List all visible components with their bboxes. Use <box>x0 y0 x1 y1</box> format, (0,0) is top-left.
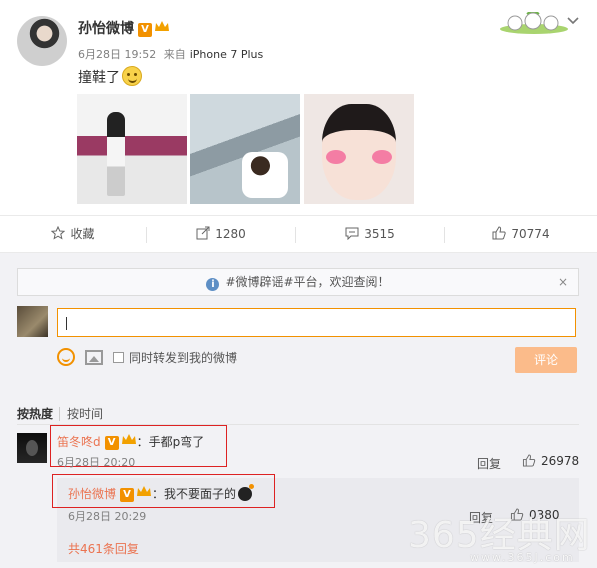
tab-sort-time[interactable]: 按时间 <box>59 407 104 421</box>
comment-button[interactable]: 3515 <box>296 216 444 253</box>
post-photo-3[interactable] <box>304 94 414 204</box>
image-upload-icon[interactable] <box>85 349 103 365</box>
my-avatar <box>17 306 48 337</box>
rumor-notice-banner[interactable]: i #微博辟谣#平台，欢迎查阅！ × <box>17 268 579 296</box>
emoji-picker-icon[interactable] <box>57 348 75 366</box>
post-date[interactable]: 6月28日 19:52 <box>78 48 156 61</box>
post-photo-2[interactable] <box>190 94 300 204</box>
forward-checkbox[interactable] <box>113 351 124 363</box>
thumbs-up-icon <box>522 454 536 467</box>
composer-tools: 同时转发到我的微博 <box>57 347 237 367</box>
vip-crown-icon <box>136 484 152 498</box>
post-text: 撞鞋了 <box>78 66 142 87</box>
reply-text: 孙怡微博 V ：我不要面子的 <box>68 484 255 502</box>
tab-sort-hot[interactable]: 按热度 <box>17 407 53 421</box>
post-photo-1[interactable] <box>77 94 187 204</box>
site-watermark-url: www.365J.com <box>470 551 575 564</box>
commenter-avatar[interactable] <box>17 433 47 463</box>
favorite-label: 收藏 <box>70 227 95 241</box>
post-meta: 6月28日 19:52 来自 iPhone 7 Plus <box>78 46 267 62</box>
author-avatar[interactable] <box>17 16 67 66</box>
weibo-post: 孙怡微博 V 6月28日 19:52 来自 iPhone 7 Plus 撞鞋了 <box>0 0 597 212</box>
comment-icon <box>345 218 359 241</box>
comment-input[interactable] <box>57 308 576 337</box>
comment-sort-tabs: 按热度 按时间 <box>17 405 104 422</box>
verified-badge-icon: V <box>138 23 152 37</box>
verified-badge-icon: V <box>120 488 135 502</box>
comment-time: 6月28日 20:20 <box>57 456 136 469</box>
close-icon[interactable]: × <box>558 269 568 295</box>
like-button[interactable]: 70774 <box>445 216 597 253</box>
info-icon: i <box>206 278 220 291</box>
reply-time: 6月28日 20:29 <box>68 510 147 523</box>
smile-emoji-icon <box>122 66 142 86</box>
photo-figure <box>242 152 288 198</box>
comment-like-count: 26978 <box>541 454 580 468</box>
share-icon <box>196 218 210 240</box>
photo-blush <box>326 150 346 164</box>
submit-comment-button[interactable]: 评论 <box>515 347 577 373</box>
photo-blush <box>372 150 392 164</box>
author-name[interactable]: 孙怡微博 <box>78 21 134 37</box>
reply-body: ：我不要面子的 <box>152 487 237 501</box>
vip-crown-icon <box>154 19 170 33</box>
post-action-bar: 收藏 1280 3515 70774 <box>0 215 597 253</box>
repost-button[interactable]: 1280 <box>147 216 295 253</box>
reply-button[interactable]: 回复 <box>477 455 501 472</box>
comment-text: 笛冬咚d V ：手都p弯了 <box>57 432 204 450</box>
verified-badge-icon: V <box>104 436 119 450</box>
forward-label: 同时转发到我的微博 <box>129 350 238 365</box>
comment-like-button[interactable]: 26978 <box>522 454 579 468</box>
view-all-replies-link[interactable]: 共461条回复 <box>68 540 139 557</box>
favorite-button[interactable]: 收藏 <box>0 216 146 253</box>
repost-count: 1280 <box>215 227 246 241</box>
bomb-emoji-icon <box>238 484 255 501</box>
post-source: iPhone 7 Plus <box>189 48 264 61</box>
comment-body: ：手都p弯了 <box>136 435 205 449</box>
author-line: 孙怡微博 V <box>78 18 170 38</box>
thumbs-up-icon <box>492 218 507 240</box>
post-text-content: 撞鞋了 <box>78 70 120 86</box>
comment-count: 3515 <box>364 227 395 241</box>
vip-crown-icon <box>121 432 137 446</box>
text-caret <box>66 317 67 330</box>
photo-figure <box>107 112 125 196</box>
source-prefix: 来自 <box>163 48 186 61</box>
commenter-name[interactable]: 笛冬咚d <box>57 435 101 449</box>
notice-text[interactable]: #微博辟谣#平台，欢迎查阅！ <box>225 275 389 289</box>
replier-name[interactable]: 孙怡微博 <box>68 487 116 501</box>
star-icon <box>51 218 66 240</box>
sticker-decoration-icon <box>499 10 569 34</box>
chevron-down-icon[interactable] <box>567 15 579 25</box>
like-count: 70774 <box>511 227 550 241</box>
